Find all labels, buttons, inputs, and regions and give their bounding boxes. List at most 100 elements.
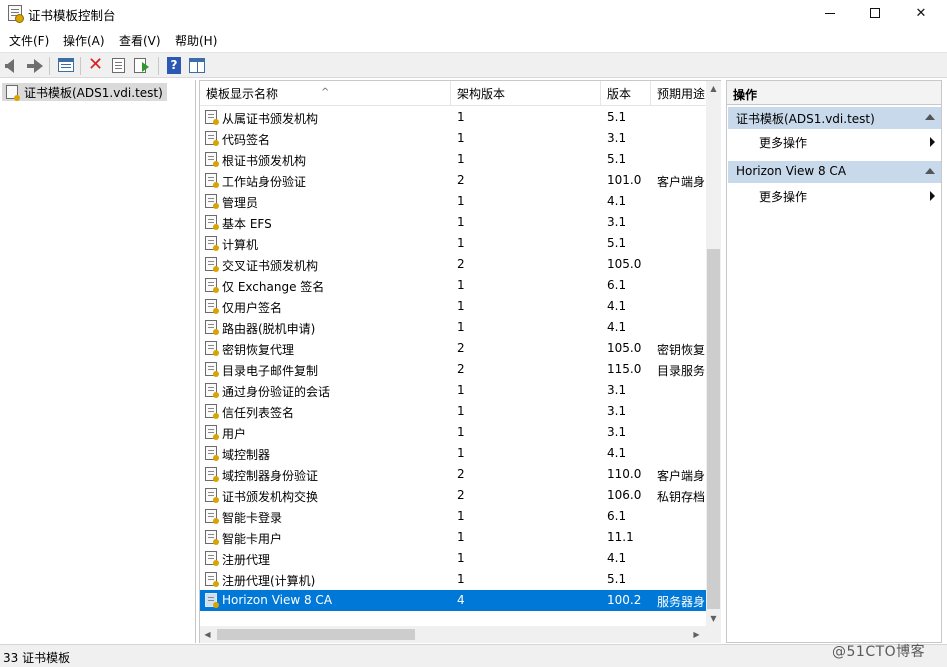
cell-version: 106.0 (607, 488, 642, 502)
cell-schema-version: 1 (457, 551, 465, 565)
table-row[interactable]: 代码签名 1 3.1 (200, 128, 706, 149)
minimize-icon (825, 12, 835, 14)
scroll-corner (706, 626, 721, 643)
table-row[interactable]: 域控制器身份验证 2 110.0 客户端身 (200, 464, 706, 485)
help-button[interactable]: ? (164, 56, 184, 76)
forward-button[interactable] (25, 56, 45, 76)
column-header-name[interactable]: 模板显示名称 ^ (200, 81, 451, 106)
menu-file[interactable]: 文件(F) (9, 32, 49, 49)
table-row[interactable]: 仅用户签名 1 4.1 (200, 296, 706, 317)
table-row[interactable]: 智能卡用户 1 11.1 (200, 527, 706, 548)
scroll-right-icon[interactable]: ▶ (689, 626, 704, 643)
delete-button[interactable]: ✕ (86, 56, 106, 76)
table-row[interactable]: 信任列表签名 1 3.1 (200, 401, 706, 422)
table-row[interactable]: 目录电子邮件复制 2 115.0 目录服务 (200, 359, 706, 380)
cell-version: 5.1 (607, 110, 627, 124)
table-row[interactable]: 交叉证书颁发机构 2 105.0 (200, 254, 706, 275)
horizontal-scrollbar[interactable]: ◀ ▶ (200, 626, 706, 643)
cell-schema-version: 2 (457, 488, 465, 502)
table-row[interactable]: 仅 Exchange 签名 1 6.1 (200, 275, 706, 296)
cell-schema-version: 1 (457, 215, 465, 229)
collapse-icon[interactable] (925, 114, 935, 120)
cell-template-name: 注册代理(计算机) (222, 574, 316, 588)
cell-version: 105.0 (607, 257, 642, 271)
cell-version: 3.1 (607, 131, 627, 145)
scroll-down-icon[interactable]: ▼ (706, 611, 721, 626)
vertical-scrollbar[interactable]: ▲ ▼ (706, 81, 721, 626)
cell-template-name: 仅用户签名 (222, 301, 283, 315)
cell-schema-version: 4 (457, 593, 465, 607)
properties-icon (112, 58, 125, 73)
table-row[interactable]: 智能卡登录 1 6.1 (200, 506, 706, 527)
minimize-button[interactable] (807, 0, 853, 26)
cell-version: 3.1 (607, 404, 627, 418)
table-row[interactable]: 用户 1 3.1 (200, 422, 706, 443)
action-section-certificate-templates[interactable]: 证书模板(ADS1.vdi.test) (728, 107, 941, 129)
table-row[interactable]: 域控制器 1 4.1 (200, 443, 706, 464)
cell-template-name: Horizon View 8 CA (222, 593, 333, 607)
certificate-template-icon (205, 152, 219, 167)
column-header-label: 预期用途 (657, 87, 706, 101)
table-row[interactable]: 通过身份验证的会话 1 3.1 (200, 380, 706, 401)
toolbar-separator (158, 57, 159, 75)
cell-version: 4.1 (607, 551, 627, 565)
column-header-intended-purposes[interactable]: 预期用途 (651, 81, 706, 106)
cell-template-name: 密钥恢复代理 (222, 343, 295, 357)
scroll-up-icon[interactable]: ▲ (706, 81, 721, 96)
cell-template-name: 智能卡登录 (222, 511, 283, 525)
cell-version: 3.1 (607, 425, 627, 439)
table-row[interactable]: 计算机 1 5.1 (200, 233, 706, 254)
close-button[interactable]: ✕ (898, 0, 944, 26)
horizontal-scroll-thumb[interactable] (217, 629, 415, 640)
table-row[interactable]: 管理员 1 4.1 (200, 191, 706, 212)
tree-item-certificate-templates[interactable]: 证书模板(ADS1.vdi.test) (2, 83, 167, 101)
tree-item-label: 证书模板(ADS1.vdi.test) (24, 86, 163, 100)
column-header-schema-version[interactable]: 架构版本 (451, 81, 601, 106)
cell-version: 100.2 (607, 593, 642, 607)
menu-help[interactable]: 帮助(H) (175, 32, 217, 49)
more-actions-item[interactable]: 更多操作 (759, 186, 939, 206)
action-item-label: 更多操作 (759, 136, 808, 150)
menu-view[interactable]: 查看(V) (119, 32, 161, 49)
column-header-version[interactable]: 版本 (601, 81, 651, 106)
cell-schema-version: 1 (457, 509, 465, 523)
table-row[interactable]: 根证书颁发机构 1 5.1 (200, 149, 706, 170)
table-row[interactable]: Horizon View 8 CA 4 100.2 服务器身 (200, 590, 706, 611)
vertical-scroll-thumb[interactable] (707, 249, 720, 609)
certificate-template-icon (205, 341, 219, 356)
table-row[interactable]: 密钥恢复代理 2 105.0 密钥恢复 (200, 338, 706, 359)
collapse-icon[interactable] (925, 168, 935, 174)
table-row[interactable]: 从属证书颁发机构 1 5.1 (200, 107, 706, 128)
show-hide-action-pane-button[interactable] (187, 56, 207, 76)
table-row[interactable]: 路由器(脱机申请) 1 4.1 (200, 317, 706, 338)
table-row[interactable]: 注册代理(计算机) 1 5.1 (200, 569, 706, 590)
show-hide-console-tree-button[interactable] (56, 56, 76, 76)
export-list-button[interactable] (132, 56, 152, 76)
table-row[interactable]: 基本 EFS 1 3.1 (200, 212, 706, 233)
action-section-title: 证书模板(ADS1.vdi.test) (736, 112, 875, 126)
cell-template-name: 证书颁发机构交换 (222, 490, 319, 504)
certificate-template-icon (205, 572, 219, 587)
cell-schema-version: 2 (457, 257, 465, 271)
cell-template-name: 根证书颁发机构 (222, 154, 307, 168)
table-row[interactable]: 注册代理 1 4.1 (200, 548, 706, 569)
properties-button[interactable] (109, 56, 129, 76)
cell-template-name: 域控制器 (222, 448, 271, 462)
scroll-left-icon[interactable]: ◀ (200, 626, 215, 643)
cell-version: 4.1 (607, 446, 627, 460)
template-list: 模板显示名称 ^ 架构版本 版本 预期用途 从属证书颁发机构 1 5.1 代码签名 1 3… (199, 80, 721, 643)
more-actions-item[interactable]: 更多操作 (759, 132, 939, 152)
cell-schema-version: 1 (457, 110, 465, 124)
table-row[interactable]: 工作站身份验证 2 101.0 客户端身 (200, 170, 706, 191)
menu-action[interactable]: 操作(A) (63, 32, 105, 49)
back-icon (5, 59, 14, 73)
action-section-horizon-view[interactable]: Horizon View 8 CA (728, 161, 941, 183)
certificate-template-icon (205, 299, 219, 314)
maximize-button[interactable] (852, 0, 898, 26)
table-row[interactable]: 证书颁发机构交换 2 106.0 私钥存档 (200, 485, 706, 506)
back-button[interactable] (3, 56, 23, 76)
certificate-template-icon (205, 236, 219, 251)
cell-template-name: 智能卡用户 (222, 532, 283, 546)
list-header: 模板显示名称 ^ 架构版本 版本 预期用途 (200, 81, 706, 106)
cell-version: 105.0 (607, 341, 642, 355)
